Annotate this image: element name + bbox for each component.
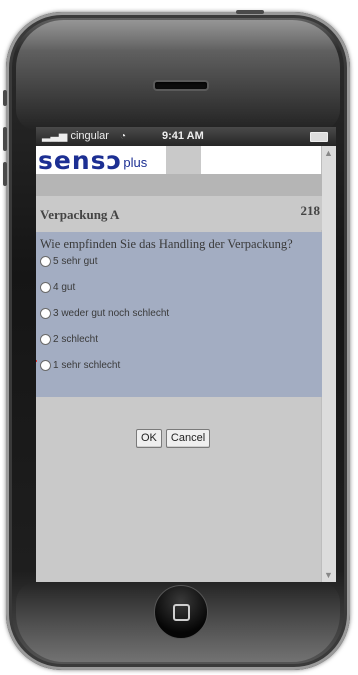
phone-screen: ▂▃▅ cingular ◔ 9:41 AM sensɔ plus ▲ ▼ Ve… — [36, 127, 336, 582]
home-square-icon — [172, 603, 190, 621]
button-row: OK Cancel — [136, 429, 211, 448]
option-label: 4 gut — [53, 282, 76, 293]
header-blank-field — [201, 146, 321, 174]
card-header: Verpackung A 218 — [36, 196, 322, 230]
option-5[interactable]: 5 sehr gut — [40, 256, 97, 267]
marker-dot — [36, 360, 37, 362]
question-text: Wie empfinden Sie das Handling der Verpa… — [40, 237, 293, 251]
card-title: Verpackung A — [40, 207, 120, 222]
option-label: 3 weder gut noch schlecht — [53, 308, 170, 319]
wifi-icon: ◔ — [120, 131, 127, 142]
volume-up-button — [3, 127, 7, 151]
clock: 9:41 AM — [162, 130, 204, 142]
ok-button[interactable]: OK — [136, 429, 162, 448]
carrier-label: ▂▃▅ cingular — [42, 130, 109, 142]
volume-down-button — [3, 162, 7, 186]
radio-button[interactable] — [40, 282, 51, 293]
battery-icon — [310, 132, 328, 142]
radio-button[interactable] — [40, 334, 51, 345]
option-2[interactable]: 2 schlecht — [40, 334, 98, 345]
earpiece-speaker — [153, 80, 209, 91]
sleep-button — [236, 10, 264, 14]
mute-switch — [3, 90, 7, 106]
question-panel: Wie empfinden Sie das Handling der Verpa… — [36, 232, 322, 397]
radio-button[interactable] — [40, 256, 51, 267]
home-button[interactable] — [154, 585, 208, 639]
cancel-button[interactable]: Cancel — [165, 429, 211, 448]
logo-main-text: sensɔ — [38, 146, 123, 175]
option-label: 5 sehr gut — [53, 256, 98, 267]
scroll-up-icon[interactable]: ▲ — [324, 148, 333, 158]
radio-button[interactable] — [40, 360, 51, 371]
header: sensɔ plus — [36, 146, 336, 174]
logo-sub-text: plus — [123, 155, 148, 170]
card-number: 218 — [300, 203, 321, 218]
status-bar: ▂▃▅ cingular ◔ 9:41 AM — [36, 127, 336, 146]
scroll-down-icon[interactable]: ▼ — [324, 570, 333, 580]
option-3[interactable]: 3 weder gut noch schlecht — [40, 308, 169, 319]
vertical-scrollbar[interactable]: ▲ ▼ — [321, 146, 336, 582]
option-label: 2 schlecht — [53, 334, 99, 345]
senso-plus-logo: sensɔ plus — [36, 146, 166, 174]
radio-button[interactable] — [40, 308, 51, 319]
option-label: 1 sehr schlecht — [53, 360, 121, 371]
option-4[interactable]: 4 gut — [40, 282, 75, 293]
divider-band — [36, 174, 322, 196]
option-1[interactable]: 1 sehr schlecht — [40, 360, 120, 371]
